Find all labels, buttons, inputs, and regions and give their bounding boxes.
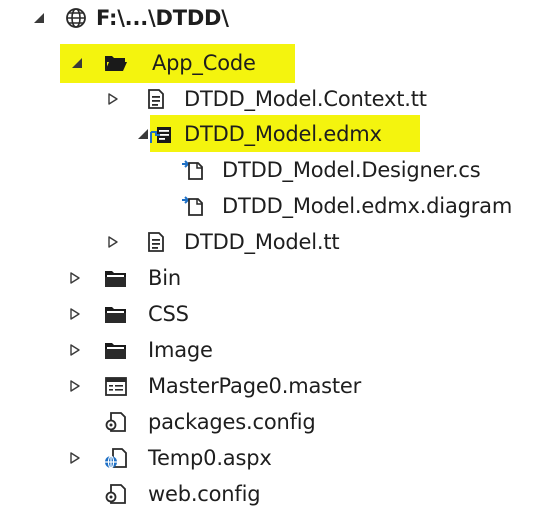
tree-row-model-designer-cs[interactable]: DTDD_Model.Designer.cs: [0, 152, 536, 188]
model-context-tt-label: DTDD_Model.Context.tt: [184, 87, 427, 111]
tree-row-temp-aspx[interactable]: Temp0.aspx: [0, 440, 536, 476]
folder-icon: [104, 267, 128, 289]
tree-row-master-page[interactable]: MasterPage0.master: [0, 368, 536, 404]
generated-file-icon: [180, 159, 204, 181]
aspx-page-icon: [104, 447, 128, 469]
tree-row-web-config[interactable]: web.config: [0, 476, 536, 512]
collapsed-arrow-icon[interactable]: [66, 260, 84, 296]
globe-icon: [64, 7, 88, 29]
config-file-icon: [104, 411, 128, 433]
tree-row-app-code[interactable]: App_Code: [0, 45, 536, 81]
tree-row-image[interactable]: Image: [0, 332, 536, 368]
tree-row-model-edmx[interactable]: DTDD_Model.edmx: [0, 116, 536, 152]
web-config-label: web.config: [148, 482, 261, 506]
collapsed-arrow-icon[interactable]: [66, 296, 84, 332]
folder-icon: [104, 339, 128, 361]
generated-file-icon: [180, 195, 204, 217]
master-page-label: MasterPage0.master: [148, 374, 362, 398]
tree-row-packages-config[interactable]: packages.config: [0, 404, 536, 440]
collapsed-arrow-icon[interactable]: [66, 368, 84, 404]
model-designer-cs-label: DTDD_Model.Designer.cs: [222, 158, 481, 182]
folder-open-icon: [104, 52, 128, 74]
tree-row-bin[interactable]: Bin: [0, 260, 536, 296]
image-label: Image: [148, 338, 213, 362]
model-edmx-diagram-label: DTDD_Model.edmx.diagram: [222, 194, 513, 218]
collapsed-arrow-icon[interactable]: [66, 440, 84, 476]
tree-row-model-context-tt[interactable]: DTDD_Model.Context.tt: [0, 81, 536, 117]
root-label: F:\...\DTDD\: [96, 6, 229, 30]
text-template-icon: [144, 88, 168, 110]
model-tt-label: DTDD_Model.tt: [184, 230, 340, 254]
css-label: CSS: [148, 302, 189, 326]
solution-explorer-tree: F:\...\DTDD\ App_Code DTDD_Model.Context…: [0, 0, 536, 515]
tree-row-model-edmx-diagram[interactable]: DTDD_Model.edmx.diagram: [0, 188, 536, 224]
text-template-icon: [144, 231, 168, 253]
config-file-icon: [104, 483, 128, 505]
collapsed-arrow-icon[interactable]: [104, 224, 122, 260]
expanded-arrow-icon[interactable]: [30, 0, 48, 36]
tree-row-css[interactable]: CSS: [0, 296, 536, 332]
master-page-icon: [104, 375, 128, 397]
folder-icon: [104, 303, 128, 325]
collapsed-arrow-icon[interactable]: [104, 81, 122, 117]
temp-aspx-label: Temp0.aspx: [148, 446, 272, 470]
edmx-icon: [150, 123, 174, 145]
bin-label: Bin: [148, 266, 181, 290]
model-edmx-label: DTDD_Model.edmx: [184, 122, 382, 146]
app-code-label: App_Code: [152, 51, 256, 75]
tree-row-root[interactable]: F:\...\DTDD\: [0, 0, 536, 36]
collapsed-arrow-icon[interactable]: [66, 332, 84, 368]
packages-config-label: packages.config: [148, 410, 316, 434]
expanded-arrow-icon[interactable]: [68, 45, 86, 81]
tree-row-model-tt[interactable]: DTDD_Model.tt: [0, 224, 536, 260]
